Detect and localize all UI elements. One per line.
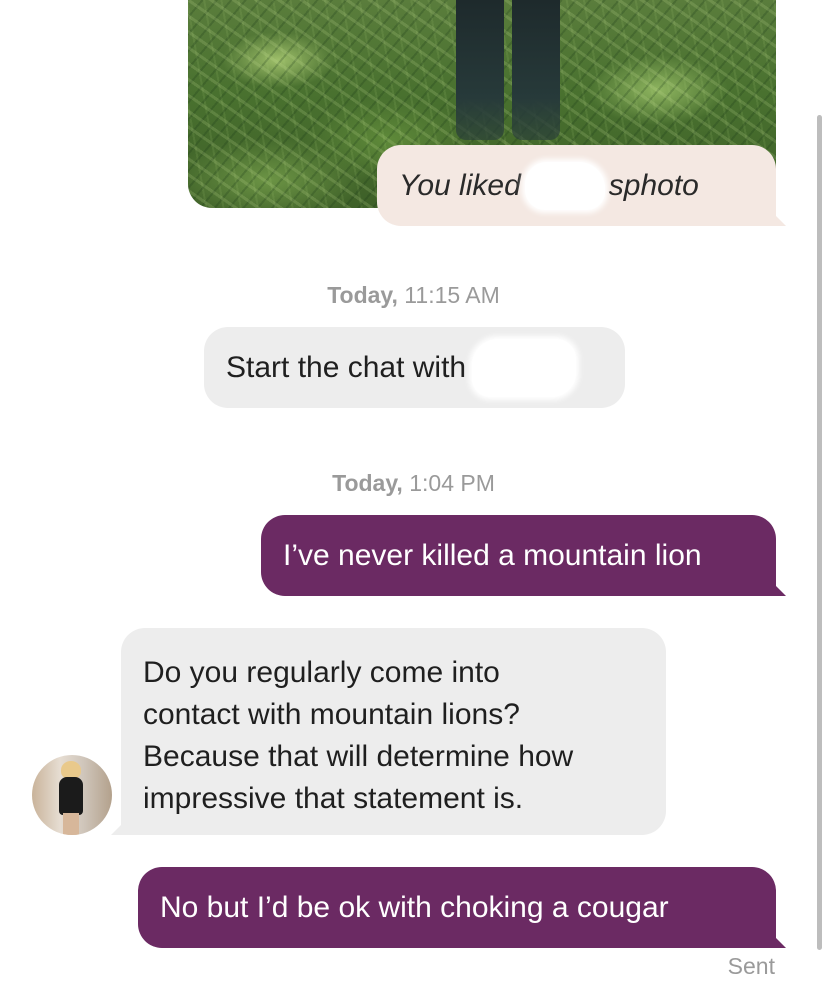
liked-notice-suffix: photo bbox=[623, 168, 699, 202]
bubble-tail bbox=[774, 936, 786, 948]
liked-notice-prefix: You liked bbox=[399, 168, 521, 202]
liked-notice-fragment: s bbox=[608, 168, 624, 202]
photo-leg-right bbox=[512, 0, 560, 140]
timestamp-time: 11:15 AM bbox=[397, 282, 500, 308]
outgoing-message[interactable]: I’ve never killed a mountain lion bbox=[261, 515, 786, 596]
timestamp: Today, 1:04 PM bbox=[0, 470, 827, 497]
timestamp: Today, 11:15 AM bbox=[0, 282, 827, 309]
outgoing-message[interactable]: No but I’d be ok with choking a cougar bbox=[138, 867, 786, 948]
start-chat-prompt: Start the chat with bbox=[204, 327, 625, 408]
bubble-tail bbox=[774, 214, 786, 226]
redacted-name bbox=[524, 161, 605, 210]
avatar-outfit bbox=[59, 777, 83, 815]
message-text: Do you regularly come into contact with … bbox=[143, 656, 574, 815]
start-chat-text: Start the chat with bbox=[226, 350, 467, 384]
incoming-message[interactable]: Do you regularly come into contact with … bbox=[111, 628, 666, 835]
scrollbar[interactable] bbox=[817, 115, 822, 950]
liked-photo-notice: You liked s photo bbox=[377, 145, 786, 226]
photo-person-legs bbox=[456, 0, 566, 140]
message-text: I’ve never killed a mountain lion bbox=[283, 538, 702, 572]
avatar[interactable] bbox=[32, 755, 112, 835]
timestamp-day: Today, bbox=[327, 282, 398, 308]
sent-status: Sent bbox=[727, 953, 775, 979]
timestamp-day: Today, bbox=[332, 470, 403, 496]
message-text: No but I’d be ok with choking a cougar bbox=[160, 890, 669, 924]
avatar-legs bbox=[63, 813, 79, 835]
bubble-tail bbox=[111, 823, 123, 835]
timestamp-time: 1:04 PM bbox=[402, 470, 495, 496]
photo-leg-left bbox=[456, 0, 504, 140]
bubble-tail bbox=[774, 584, 786, 596]
chat-screen: You liked s photo Today, 11:15 AM Start … bbox=[0, 0, 827, 989]
redacted-name bbox=[472, 338, 577, 397]
